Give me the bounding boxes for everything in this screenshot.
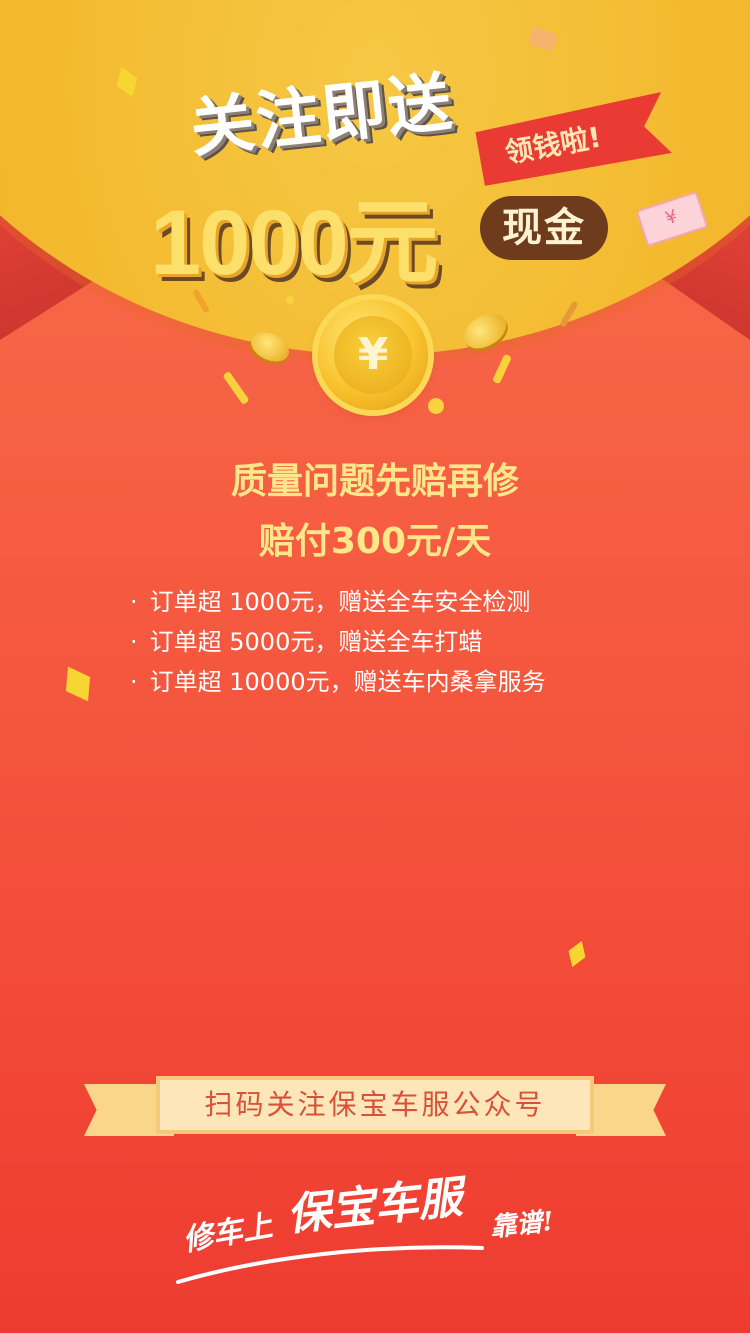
benefit-list: 订单超 1000元，赠送全车安全检测 订单超 5000元，赠送全车打蜡 订单超 …	[130, 582, 546, 702]
coin-symbol: ¥	[334, 316, 412, 394]
headline-line2: 赔付300元/天	[258, 521, 492, 562]
confetti-piece	[492, 353, 512, 385]
slogan-part2: 靠谱!	[488, 1206, 556, 1244]
benefit-item: 订单超 10000元，赠送车内桑拿服务	[130, 662, 546, 702]
follow-banner: 扫码关注保宝车服公众号	[84, 1076, 666, 1142]
yuan-coin-icon: ¥	[318, 300, 428, 410]
confetti-dot	[428, 398, 444, 414]
confetti-piece	[222, 370, 250, 406]
amount: 1000元	[150, 192, 439, 294]
cash-badge: 现金	[480, 196, 608, 260]
benefit-item: 订单超 1000元，赠送全车安全检测	[130, 582, 546, 622]
slogan-underline	[176, 1245, 484, 1284]
sparkle-icon	[564, 938, 590, 970]
banner-text: 扫码关注保宝车服公众号	[204, 1088, 546, 1121]
sparkle-icon	[56, 660, 100, 709]
poster: ¥ 关注即送 领钱啦! 1000元 现金 ¥ 质量问题先赔再修 赔付300元/天…	[0, 0, 750, 1333]
benefit-item: 订单超 5000元，赠送全车打蜡	[130, 622, 546, 662]
headline-line1: 质量问题先赔再修	[230, 461, 519, 502]
tag-text: 领钱啦!	[502, 120, 604, 170]
